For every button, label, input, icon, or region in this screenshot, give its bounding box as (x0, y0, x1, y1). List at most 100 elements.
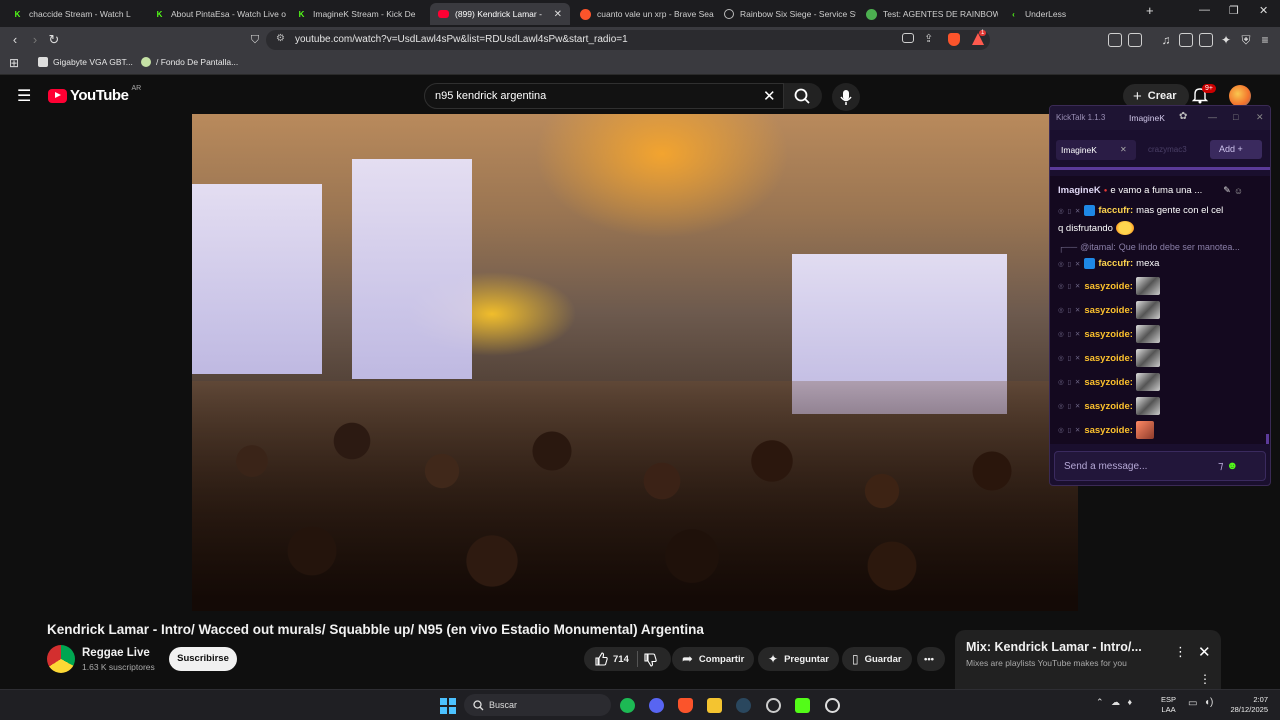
mod-actions-icon[interactable]: ◎ ▯ ✕ (1058, 402, 1081, 410)
extensions-icon[interactable] (1108, 33, 1122, 47)
network-icon[interactable]: ▭ (1188, 698, 1197, 709)
kick-emote-icon[interactable]: ☻ (1227, 460, 1239, 472)
search-input[interactable]: n95 kendrick argentina ✕ (424, 83, 784, 109)
close-tab-icon[interactable]: ✕ (1120, 145, 1127, 154)
screenshot-icon[interactable] (1128, 33, 1142, 47)
browser-tab[interactable]: K chaccide Stream - Watch L (4, 3, 144, 25)
chat-message-reply: ┌── @itamal: Que lindo debe ser manotea.… (1058, 242, 1240, 252)
taskbar-search-input[interactable]: Buscar (464, 694, 611, 716)
bookmark-icon[interactable]: ⛉ (247, 32, 263, 48)
chat-input[interactable]: Send a message... ⁊ ☻ (1054, 451, 1266, 481)
sidebar-icon[interactable] (1179, 33, 1193, 47)
clear-search-icon[interactable]: ✕ (763, 87, 776, 105)
mix-subtitle: Mixes are playlists YouTube makes for yo… (966, 658, 1127, 668)
kick-app-icon[interactable] (795, 698, 810, 713)
youtube-logo[interactable]: YouTube AR (48, 85, 141, 104)
channel-avatar[interactable] (47, 645, 75, 673)
chrome-like-icon[interactable] (825, 698, 840, 713)
search-button[interactable] (784, 83, 822, 109)
microphone-icon (840, 90, 852, 105)
mod-actions-icon[interactable]: ◎ ▯ ✕ (1058, 378, 1081, 386)
add-channel-button[interactable]: Add + (1210, 140, 1262, 159)
kicktalk-tabs: ImagineK ✕ crazymac3 Add + (1050, 130, 1270, 170)
chat-scrollbar[interactable] (1266, 434, 1269, 444)
share-button[interactable]: ➦ Compartir (672, 647, 755, 671)
more-actions-button[interactable]: ••• (917, 647, 945, 671)
media-icon[interactable]: ♫ (1158, 32, 1174, 48)
browser-tab[interactable]: Test: AGENTES DE RAINBOW S (858, 3, 998, 25)
brave-browser-icon[interactable] (678, 698, 693, 713)
user-icon[interactable]: ☺ (1234, 186, 1243, 196)
discord-icon[interactable] (649, 698, 664, 713)
mod-actions-icon[interactable]: ◎ ▯ ✕ (1058, 330, 1081, 338)
system-tray[interactable]: ⌃ ☁ ♦ (1096, 697, 1132, 708)
brave-shield-icon[interactable] (948, 33, 960, 46)
subscribe-button[interactable]: Suscribirse (169, 647, 237, 671)
user-avatar[interactable] (1229, 85, 1251, 107)
cast-icon[interactable] (902, 33, 914, 43)
close-window-button[interactable]: ✕ (1259, 4, 1268, 17)
tab-crazymac3[interactable]: crazymac3 (1148, 145, 1187, 154)
dislike-button[interactable] (643, 651, 659, 672)
mod-actions-icon[interactable]: ◎ ▯ ✕ (1058, 260, 1081, 268)
steam-icon[interactable] (736, 698, 751, 713)
maximize-button[interactable]: ❐ (1229, 4, 1239, 17)
browser-tab-strip: K chaccide Stream - Watch L K About Pint… (0, 0, 1280, 27)
apps-icon[interactable]: ⊞ (6, 55, 22, 71)
close-button[interactable]: ✕ (1256, 112, 1264, 123)
browser-tab[interactable]: ‹ UnderLess (1000, 3, 1140, 25)
minimize-button[interactable]: — (1199, 4, 1210, 16)
reload-icon[interactable]: ↻ (46, 32, 62, 48)
browser-tab[interactable]: Rainbow Six Siege - Service St (716, 3, 856, 25)
volume-icon[interactable]: ◖) (1204, 697, 1213, 708)
wallet-icon[interactable] (1199, 33, 1213, 47)
browser-tab[interactable]: cuanto vale un xrp - Brave Sea (572, 3, 714, 25)
bookmark-item[interactable]: Gigabyte VGA GBT... (38, 57, 133, 67)
pin-icon[interactable]: ✎ (1223, 185, 1231, 196)
vpn-icon[interactable]: ⛨ (1238, 32, 1254, 48)
settings-gear-icon[interactable]: ✿ (1179, 111, 1187, 122)
mix-close-icon[interactable]: ✕ (1198, 643, 1211, 661)
mix-menu-icon[interactable]: ⋮ (1174, 644, 1187, 660)
system-clock[interactable]: 2:07 28/12/2025 (1222, 695, 1268, 715)
chat-message: ◎ ▯ ✕ faccufr: mas gente con el cel (1058, 205, 1224, 216)
share-icon[interactable]: ⇪ (924, 32, 933, 45)
browser-tab-active[interactable]: (899) Kendrick Lamar - ✕ (430, 3, 570, 25)
sparkle-icon: ✦ (768, 652, 779, 666)
close-tab-icon[interactable]: ✕ (554, 9, 562, 20)
ubisoft-icon[interactable] (766, 698, 781, 713)
spotify-icon[interactable] (620, 698, 635, 713)
voice-search-button[interactable] (832, 83, 860, 111)
bookmark-item[interactable]: / Fondo De Pantalla... (141, 57, 238, 67)
leo-ai-icon[interactable]: ✦ (1218, 32, 1234, 48)
mod-actions-icon[interactable]: ◎ ▯ ✕ (1058, 426, 1081, 434)
browser-tab[interactable]: K About PintaEsa - Watch Live o (146, 3, 286, 25)
mix-more-icon[interactable]: ⋮ (1199, 672, 1211, 686)
mod-actions-icon[interactable]: ◎ ▯ ✕ (1058, 306, 1081, 314)
hamburger-menu-icon[interactable]: ☰ (17, 86, 31, 106)
minimize-button[interactable]: — (1208, 112, 1217, 122)
mod-actions-icon[interactable]: ◎ ▯ ✕ (1058, 207, 1081, 215)
address-bar[interactable]: ⚙ youtube.com/watch?v=UsdLawl4sPw&list=R… (266, 30, 990, 50)
mod-actions-icon[interactable]: ◎ ▯ ✕ (1058, 282, 1081, 290)
video-frame[interactable] (192, 114, 1078, 611)
forward-icon[interactable]: › (27, 32, 43, 48)
file-explorer-icon[interactable] (707, 698, 722, 713)
browser-tab[interactable]: K ImagineK Stream - Kick De (288, 3, 428, 25)
mod-actions-icon[interactable]: ◎ ▯ ✕ (1058, 354, 1081, 362)
back-icon[interactable]: ‹ (7, 32, 23, 48)
language-indicator[interactable]: ESP LAA (1161, 695, 1176, 715)
channel-name[interactable]: Reggae Live (82, 647, 150, 659)
new-tab-button[interactable]: + (1146, 3, 1154, 18)
maximize-button[interactable]: □ (1233, 112, 1238, 122)
menu-icon[interactable]: ≡ (1257, 32, 1273, 48)
emote-picker-icon[interactable]: ⁊ ☻ (1218, 459, 1238, 472)
like-button[interactable]: 714 (594, 652, 629, 666)
mix-title[interactable]: Mix: Kendrick Lamar - Intro/... (966, 640, 1142, 654)
save-button[interactable]: ▯ Guardar (842, 647, 912, 671)
emote-icon (1135, 325, 1160, 343)
windows-start-icon[interactable] (440, 698, 456, 714)
site-info-icon[interactable]: ⚙ (276, 33, 285, 44)
ask-button[interactable]: ✦ Preguntar (758, 647, 839, 671)
mix-playlist-panel[interactable]: Mix: Kendrick Lamar - Intro/... Mixes ar… (955, 630, 1221, 690)
